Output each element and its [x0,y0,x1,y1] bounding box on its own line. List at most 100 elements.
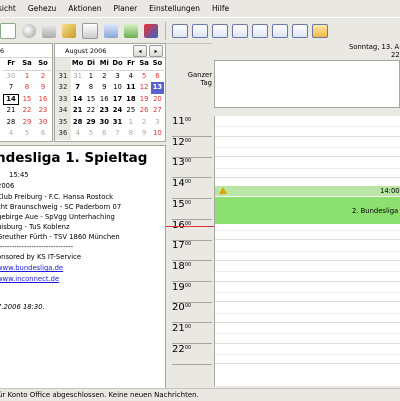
day-cell[interactable]: 30 [98,117,111,129]
day-cell[interactable]: 14 [3,93,19,106]
week-number[interactable]: 36 [55,128,71,140]
day-agenda-column[interactable]: 14:00 2. Bundesliga [214,116,400,386]
view-next-days-icon[interactable] [232,23,248,38]
hour-label: 1100 [172,116,212,137]
day-cell[interactable]: 18 [124,94,137,106]
day-cell[interactable]: 21 [3,105,19,117]
day-cell[interactable]: 10 [151,128,164,140]
day-cell[interactable]: 28 [3,117,19,129]
day-cell[interactable]: 29 [19,117,35,129]
address-book-icon[interactable] [124,23,138,38]
prev-month-button[interactable]: ◂ [133,45,147,57]
day-cell[interactable]: 8 [124,128,137,140]
day-cell[interactable]: 8 [19,82,35,94]
day-cell[interactable]: 7 [71,82,84,94]
day-cell[interactable]: 20 [151,94,164,106]
day-cell[interactable]: 31 [71,71,84,83]
view-month-icon[interactable] [252,23,268,38]
day-cell[interactable]: 1 [84,71,97,83]
new-journal-icon[interactable] [104,23,118,38]
day-cell[interactable]: 5 [137,71,150,83]
edit-icon[interactable] [62,23,76,38]
view-week-icon[interactable] [212,23,228,38]
day-cell[interactable]: 26 [137,105,150,117]
menu-goto[interactable]: Gehezu [22,4,62,13]
view-day-icon[interactable] [172,23,188,38]
day-cell[interactable]: 29 [84,117,97,129]
day-cell[interactable]: 6 [98,128,111,140]
menu-settings[interactable]: Einstellungen [143,4,206,13]
view-workweek-icon[interactable] [192,23,208,38]
view-list-icon[interactable] [272,23,288,38]
menu-bar: sicht Gehezu Aktionen Planer Einstellung… [0,0,400,17]
day-cell[interactable]: 10 [111,82,124,94]
day-cell[interactable]: 4 [3,128,19,140]
day-cell[interactable]: 11 [124,82,137,94]
day-cell[interactable]: 6 [151,71,164,83]
day-cell[interactable]: 1 [19,71,35,83]
day-cell[interactable]: 6 [35,128,51,140]
day-cell[interactable]: 5 [19,128,35,140]
day-cell[interactable]: 8 [84,82,97,94]
menu-actions[interactable]: Aktionen [62,4,107,13]
all-day-area[interactable] [214,60,400,108]
find-icon[interactable] [22,23,36,38]
new-todo-icon[interactable] [82,22,98,39]
day-cell[interactable]: 4 [71,128,84,140]
day-cell[interactable]: 2 [137,117,150,129]
day-cell[interactable]: 31 [111,117,124,129]
day-cell[interactable]: 5 [84,128,97,140]
event-header-strip[interactable]: 14:00 [215,186,400,196]
day-cell[interactable]: 27 [151,105,164,117]
day-cell[interactable]: 7 [3,82,19,94]
day-cell[interactable]: 30 [3,71,19,83]
day-cell[interactable]: 16 [98,94,111,106]
print-icon[interactable] [42,23,56,38]
day-cell[interactable]: 13 [150,82,165,94]
week-number[interactable]: 31 [55,70,71,82]
day-cell[interactable]: 23 [98,105,111,117]
week-number[interactable]: 35 [55,116,71,128]
day-cell[interactable]: 15 [19,94,35,106]
day-header-date[interactable]: Sonntag, 13. A [349,43,399,51]
day-cell[interactable]: 25 [124,105,137,117]
view-todo-icon[interactable] [292,23,308,38]
day-cell[interactable]: 9 [98,82,111,94]
day-cell[interactable]: 9 [35,82,51,94]
day-cell[interactable]: 22 [19,105,35,117]
day-cell[interactable]: 28 [71,117,84,129]
day-cell[interactable]: 3 [151,117,164,129]
day-cell[interactable]: 1 [124,117,137,129]
day-cell[interactable]: 24 [111,105,124,117]
day-cell[interactable]: 3 [111,71,124,83]
menu-help[interactable]: Hilfe [206,4,235,13]
day-cell[interactable]: 16 [35,94,51,106]
day-cell[interactable]: 12 [137,82,150,94]
day-cell[interactable]: 22 [84,105,97,117]
day-cell[interactable]: 30 [35,117,51,129]
event-block[interactable]: 2. Bundesliga [215,197,400,224]
day-cell[interactable]: 19 [137,94,150,106]
menu-planner[interactable]: Planer [108,4,144,13]
next-month-button[interactable]: ▸ [149,45,163,57]
day-cell[interactable]: 4 [124,71,137,83]
day-cell[interactable]: 15 [84,94,97,106]
day-cell[interactable]: 9 [137,128,150,140]
menu-view[interactable]: sicht [0,4,22,13]
inconnect-link[interactable]: www.inconnect.de [0,275,59,283]
bundesliga-link[interactable]: www.bundesliga.de [0,264,63,272]
new-appointment-icon[interactable] [0,22,16,39]
view-journal-icon[interactable] [312,23,328,38]
minical-august-header: August 2006 ◂ ▸ [55,44,165,58]
day-cell[interactable]: 21 [71,105,84,117]
day-cell[interactable]: 7 [111,128,124,140]
day-cell[interactable]: 17 [111,94,124,106]
day-cell[interactable]: 2 [35,71,51,83]
day-cell[interactable]: 14 [71,94,84,106]
week-number[interactable]: 32 [55,82,71,94]
day-cell[interactable]: 2 [98,71,111,83]
week-number[interactable]: 33 [55,93,71,105]
week-number[interactable]: 34 [55,105,71,117]
day-cell[interactable]: 23 [35,105,51,117]
filter-icon[interactable] [144,23,158,38]
